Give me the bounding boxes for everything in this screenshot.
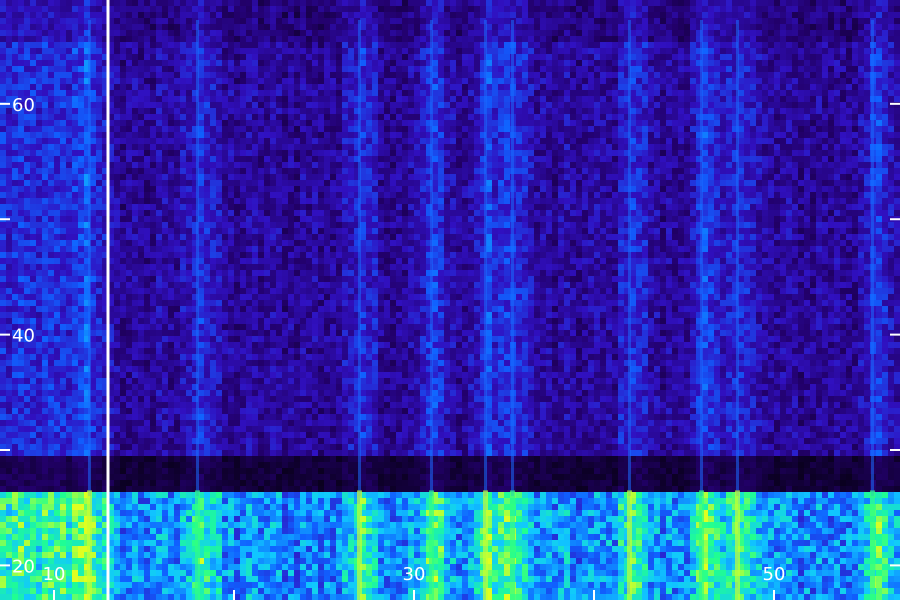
bright-streak	[196, 20, 199, 497]
bright-streak	[871, 20, 874, 497]
bright-streak	[700, 20, 703, 497]
y-tick-label: 40	[12, 326, 35, 347]
bright-streak-low	[699, 490, 704, 600]
bright-streak	[88, 20, 91, 497]
y-tick-label: 20	[12, 556, 35, 577]
bright-streak-low	[870, 490, 875, 600]
bright-streak	[628, 20, 631, 497]
bright-streak	[736, 20, 739, 497]
bright-streak	[484, 20, 487, 497]
bright-streak-low	[429, 490, 434, 600]
bright-streak-low	[483, 490, 488, 600]
bright-streak-low	[735, 490, 740, 600]
bright-streak-low	[510, 490, 515, 600]
bright-streak-low	[87, 490, 92, 600]
bright-streak	[511, 20, 514, 497]
bright-streak-low	[357, 490, 362, 600]
y-tick-label: 60	[12, 95, 35, 116]
spectrogram-chart: 20 40 60 10 30 50	[0, 0, 900, 600]
bright-streak	[358, 20, 361, 497]
x-tick-label: 10	[43, 564, 66, 585]
x-tick-label: 50	[763, 564, 786, 585]
bright-streak	[430, 20, 433, 497]
bright-streak-low	[195, 490, 200, 600]
spectrogram-image	[0, 0, 900, 600]
bright-streak-low	[627, 490, 632, 600]
x-tick-label: 30	[403, 564, 426, 585]
